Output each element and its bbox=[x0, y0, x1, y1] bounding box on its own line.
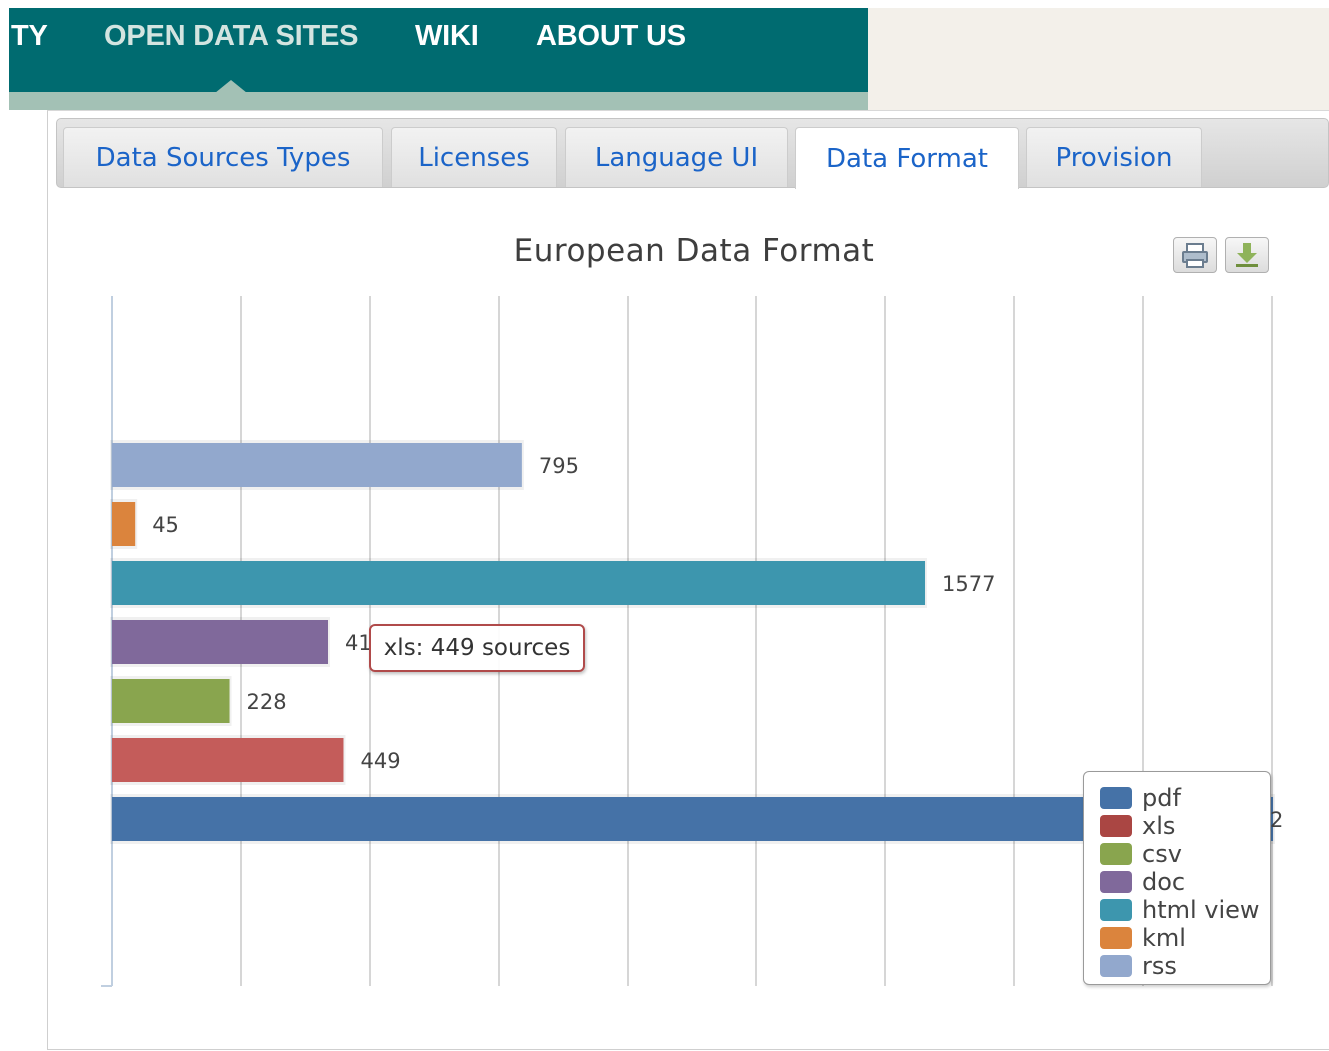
legend-swatch-rss bbox=[1100, 955, 1132, 977]
legend-label-csv: csv bbox=[1142, 840, 1182, 868]
legend-label-xls: xls bbox=[1142, 812, 1176, 840]
legend-swatch-doc bbox=[1100, 871, 1132, 893]
legend-label-kml: kml bbox=[1142, 924, 1186, 952]
legend-item-rss[interactable]: rss bbox=[1100, 952, 1177, 980]
legend-label-rss: rss bbox=[1142, 952, 1177, 980]
bar-xls[interactable] bbox=[112, 738, 344, 782]
chart-tooltip: xls: 449 sources bbox=[369, 624, 585, 672]
legend-item-pdf[interactable]: pdf bbox=[1100, 784, 1181, 812]
legend-swatch-xls bbox=[1100, 815, 1132, 837]
bar-rss[interactable] bbox=[112, 443, 522, 487]
legend-swatch-pdf bbox=[1100, 787, 1132, 809]
legend-item-html-view[interactable]: html view bbox=[1100, 896, 1260, 924]
bar-value-label-pdf: 2 bbox=[1270, 808, 1283, 832]
legend-item-xls[interactable]: xls bbox=[1100, 812, 1176, 840]
bar-value-label-xls: 449 bbox=[360, 749, 400, 773]
chart-legend: pdf xls csv doc html view kml rss bbox=[1083, 771, 1271, 985]
bar-html-view[interactable] bbox=[112, 561, 926, 605]
legend-item-csv[interactable]: csv bbox=[1100, 840, 1182, 868]
bar-value-label-html-view: 1577 bbox=[942, 572, 995, 596]
legend-swatch-html-view bbox=[1100, 899, 1132, 921]
legend-label-pdf: pdf bbox=[1142, 784, 1181, 812]
bar-doc[interactable] bbox=[112, 620, 329, 664]
legend-label-doc: doc bbox=[1142, 868, 1186, 896]
bar-value-label-csv: 228 bbox=[247, 690, 287, 714]
bar-kml[interactable] bbox=[112, 502, 136, 546]
legend-swatch-csv bbox=[1100, 843, 1132, 865]
bar-value-label-rss: 795 bbox=[539, 454, 579, 478]
legend-item-doc[interactable]: doc bbox=[1100, 868, 1186, 896]
bar-csv[interactable] bbox=[112, 679, 230, 723]
bar-value-label-kml: 45 bbox=[152, 513, 179, 537]
legend-label-html-view: html view bbox=[1142, 896, 1260, 924]
legend-swatch-kml bbox=[1100, 927, 1132, 949]
bar-value-label-doc: 41 bbox=[345, 631, 372, 655]
legend-item-kml[interactable]: kml bbox=[1100, 924, 1186, 952]
